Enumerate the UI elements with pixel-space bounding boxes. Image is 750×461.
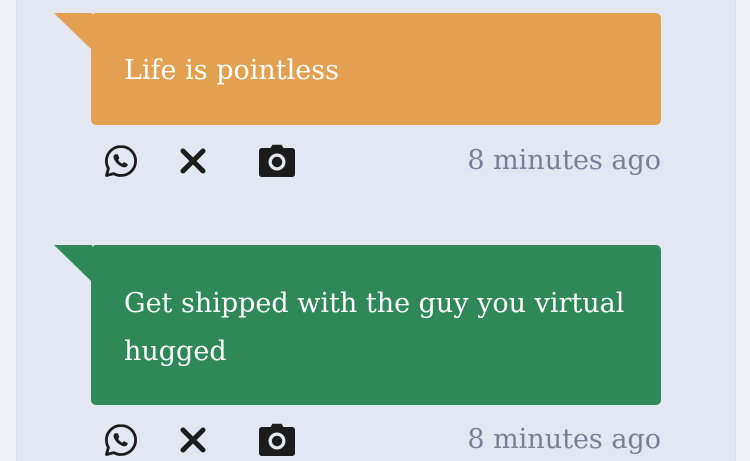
- message-text: Life is pointless: [124, 55, 339, 86]
- whatsapp-icon[interactable]: [101, 141, 141, 181]
- feed-panel: Life is pointless 8 minutes ago Get ship…: [16, 0, 736, 461]
- post-timestamp: 8 minutes ago: [467, 145, 661, 176]
- message-bubble: Get shipped with the guy you virtual hug…: [91, 245, 661, 405]
- post-timestamp: 8 minutes ago: [467, 424, 661, 455]
- close-icon[interactable]: [173, 420, 213, 460]
- message-text: Get shipped with the guy you virtual hug…: [124, 288, 625, 367]
- camera-icon[interactable]: [257, 420, 297, 460]
- camera-icon[interactable]: [257, 141, 297, 181]
- bubble-tail: [54, 245, 92, 282]
- message-bubble: Life is pointless: [91, 13, 661, 125]
- post-actions: 8 minutes ago: [101, 141, 661, 181]
- bubble-tail: [54, 13, 92, 50]
- close-icon[interactable]: [173, 141, 213, 181]
- post-actions: 8 minutes ago: [101, 420, 661, 460]
- whatsapp-icon[interactable]: [101, 420, 141, 460]
